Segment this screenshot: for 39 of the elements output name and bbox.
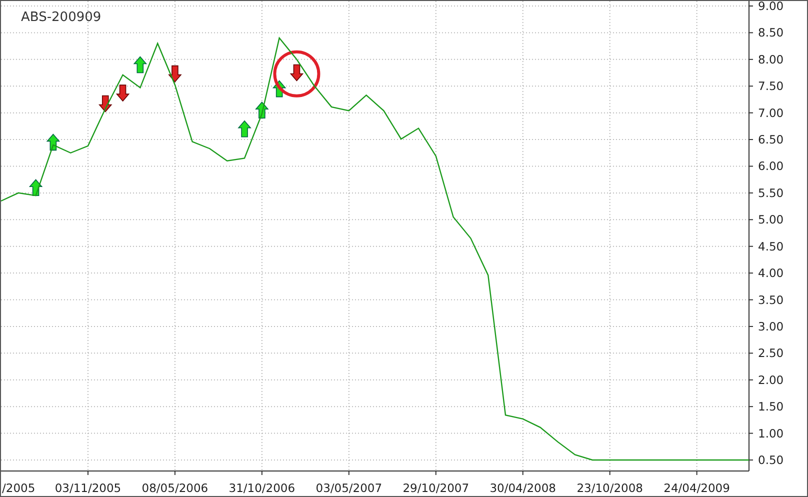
up-arrow-marker [46,134,60,151]
axis-label: 1.50 [758,400,784,414]
axis-label: 3.50 [758,292,784,307]
axis-label: /2005 [2,481,36,495]
axis-label: 23/10/2008 [576,481,643,495]
axis-label: 5.50 [758,186,784,200]
axis-label: 6.00 [758,159,784,174]
axis-label: 31/10/2006 [228,481,296,495]
axis-label: 3.00 [758,319,784,334]
down-arrow-marker [116,84,130,102]
axis-label: 03/05/2007 [316,481,382,495]
up-arrow-marker [272,80,286,98]
up-arrow-marker [255,102,269,119]
up-arrow-marker [133,56,148,74]
axis-label: 8.00 [758,52,784,66]
axis-label: 30/04/2008 [490,481,556,495]
axis-label: 24/04/2009 [664,481,730,495]
up-arrow-marker [238,120,252,138]
axis-label: 2.50 [758,346,784,360]
axis-label: 0.50 [758,453,784,467]
axis-label: 6.50 [758,132,784,147]
up-arrow-marker [28,178,43,196]
axis-label: 2.00 [758,372,784,387]
axis-label: 5.00 [758,212,784,227]
axis-label: 7.00 [758,106,784,120]
down-arrow-marker [168,65,182,82]
circle-annotation [273,50,320,98]
axis-label: 4.50 [758,239,784,254]
axis-label: 4.00 [758,266,784,280]
chart-title: ABS-200909 [21,10,102,25]
axis-label: 8.50 [758,26,784,40]
axis-label: 7.50 [758,79,784,94]
axis-label: 03/11/2005 [54,481,122,495]
axis-label: 08/05/2006 [142,481,208,495]
down-arrow-marker [290,64,304,82]
down-arrow-marker [98,95,112,112]
axis-label: 29/10/2007 [402,481,470,495]
axis-label: 9.00 [758,1,784,13]
axis-label: 1.00 [758,426,784,440]
